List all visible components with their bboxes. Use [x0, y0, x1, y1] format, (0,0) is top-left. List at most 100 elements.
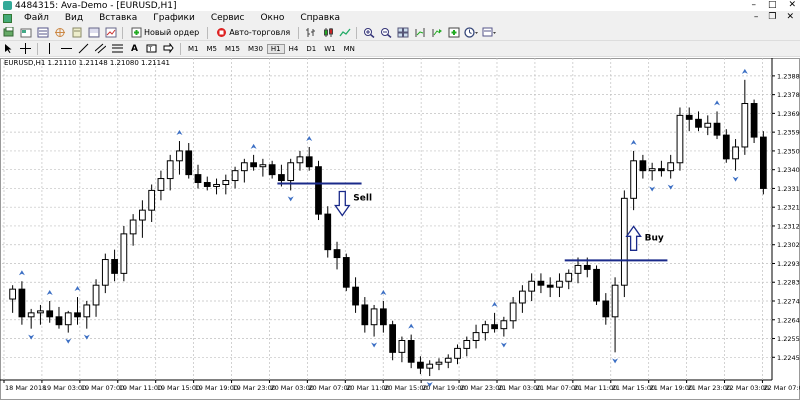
- maximize-button[interactable]: □: [768, 0, 777, 10]
- candle-bull: [259, 164, 267, 168]
- toolbar-separator: [207, 26, 209, 39]
- indicators-icon[interactable]: [447, 26, 460, 39]
- timeframe-m5[interactable]: M5: [203, 44, 222, 54]
- candle-bear: [333, 249, 341, 259]
- label-tool-icon[interactable]: T: [145, 42, 158, 55]
- fibonacci-icon[interactable]: [111, 42, 124, 55]
- new-order-button[interactable]: Новый ордер: [128, 26, 202, 39]
- window-title: 4484315: Ava-Demo - [EURUSD,H1]: [15, 0, 177, 11]
- toolbar-separator: [122, 26, 123, 39]
- price-tick-label: 1.22930: [777, 260, 800, 268]
- menu-insert[interactable]: Вставка: [91, 13, 145, 23]
- chart-window-icon[interactable]: [3, 13, 12, 23]
- candle-bull: [37, 310, 44, 314]
- trendline-icon[interactable]: [77, 42, 90, 55]
- time-tick-label: 20 Mar 07:00: [308, 384, 351, 392]
- text-tool-icon[interactable]: A: [128, 42, 141, 55]
- candle-bear: [185, 150, 193, 176]
- mdi-restore-button[interactable]: ❐: [768, 12, 776, 22]
- menu-help[interactable]: Справка: [292, 13, 348, 23]
- bar-chart-icon[interactable]: [304, 26, 317, 39]
- candle-bull: [481, 324, 489, 334]
- candle-bull: [472, 332, 480, 342]
- mdi-controls: – ❐ ✕: [754, 12, 794, 22]
- toolbar-separator: [298, 26, 300, 39]
- timeframe-h1[interactable]: H1: [266, 43, 285, 54]
- candle-bull: [176, 150, 183, 162]
- navigator-icon[interactable]: [70, 26, 83, 39]
- mdi-minimize-button[interactable]: –: [754, 12, 759, 22]
- time-tick-label: 19 Mar 11:00: [119, 384, 162, 392]
- timeframe-m30[interactable]: M30: [244, 44, 267, 54]
- svg-text:T: T: [148, 46, 153, 53]
- candle-bear: [750, 103, 758, 138]
- auto-scroll-icon[interactable]: [430, 26, 443, 39]
- chart-shift-icon[interactable]: [413, 26, 426, 39]
- candle-bull: [213, 183, 220, 187]
- candle-bull: [667, 162, 675, 172]
- fractal-down-icon: [732, 176, 739, 182]
- horizontal-line-icon[interactable]: [60, 42, 73, 55]
- menu-view[interactable]: Вид: [57, 13, 91, 23]
- candle-bull: [222, 180, 230, 185]
- candle-bull: [565, 272, 573, 282]
- data-window-icon[interactable]: [53, 26, 66, 39]
- candle-bear: [250, 162, 257, 168]
- profiles-icon[interactable]: [19, 26, 32, 39]
- zoom-out-icon[interactable]: [379, 26, 392, 39]
- price-tick-label: 1.22455: [777, 354, 800, 362]
- fractal-down-icon: [649, 186, 656, 192]
- auto-trading-button[interactable]: Авто-торговля: [213, 26, 293, 39]
- channel-icon[interactable]: [94, 42, 107, 55]
- terminal-icon[interactable]: [87, 26, 100, 39]
- zoom-in-icon[interactable]: [362, 26, 375, 39]
- menu-window[interactable]: Окно: [252, 13, 292, 23]
- periods-icon[interactable]: [464, 26, 479, 39]
- toolbar-separator: [37, 42, 38, 55]
- minimize-button[interactable]: –: [751, 0, 756, 10]
- chart-window[interactable]: 1.23880 1.23785 1.23690 1.23595 1.23500 1.234…: [0, 58, 800, 400]
- vertical-line-icon[interactable]: [43, 42, 56, 55]
- timeframe-m1[interactable]: M1: [184, 44, 203, 54]
- timeframe-d1[interactable]: D1: [302, 44, 320, 54]
- candle-bull: [519, 290, 526, 304]
- strategy-tester-icon[interactable]: [104, 26, 117, 39]
- price-tick-label: 1.22645: [777, 316, 800, 324]
- candle-bull: [166, 160, 174, 180]
- price-tick-label: 1.22835: [777, 279, 800, 287]
- crosshair-icon[interactable]: [19, 42, 32, 55]
- price-tick-label: 1.23120: [777, 222, 800, 230]
- time-tick-label: 21 Mar 15:00: [612, 384, 655, 392]
- candle-bull: [630, 160, 637, 199]
- candle-bear: [203, 182, 211, 187]
- candle-bull: [92, 284, 100, 306]
- cursor-icon[interactable]: [2, 42, 15, 55]
- market-watch-icon[interactable]: [36, 26, 49, 39]
- price-chart[interactable]: 1.23880 1.23785 1.23690 1.23595 1.23500 1.234…: [0, 58, 800, 400]
- candlestick-icon[interactable]: [321, 26, 334, 39]
- arrow-tool-icon[interactable]: [162, 42, 175, 55]
- candle-bear: [593, 268, 600, 302]
- timeframe-m15[interactable]: M15: [221, 44, 244, 54]
- window-titlebar: 4484315: Ava-Demo - [EURUSD,H1] – □ ✕: [0, 0, 800, 11]
- menu-file[interactable]: Файл: [16, 13, 57, 23]
- candle-bull: [435, 361, 443, 365]
- candle-bull: [574, 264, 582, 274]
- candle-bear: [111, 259, 118, 274]
- line-chart-icon[interactable]: [338, 26, 351, 39]
- templates-icon[interactable]: [482, 26, 497, 39]
- candle-bull: [64, 312, 72, 326]
- menu-tools[interactable]: Сервис: [203, 13, 253, 23]
- candle-bear: [324, 213, 332, 251]
- mdi-close-button[interactable]: ✕: [786, 12, 794, 22]
- timeframe-h4[interactable]: H4: [285, 44, 303, 54]
- tile-windows-icon[interactable]: [396, 26, 409, 39]
- timeframe-w1[interactable]: W1: [320, 44, 339, 54]
- menu-charts[interactable]: Графики: [145, 13, 203, 23]
- timeframe-mn[interactable]: MN: [340, 44, 359, 54]
- candle-bear: [18, 288, 26, 318]
- close-button[interactable]: ✕: [788, 0, 796, 10]
- fractal-down-icon: [612, 358, 619, 364]
- new-chart-icon[interactable]: [2, 26, 15, 39]
- candle-bull: [27, 312, 35, 318]
